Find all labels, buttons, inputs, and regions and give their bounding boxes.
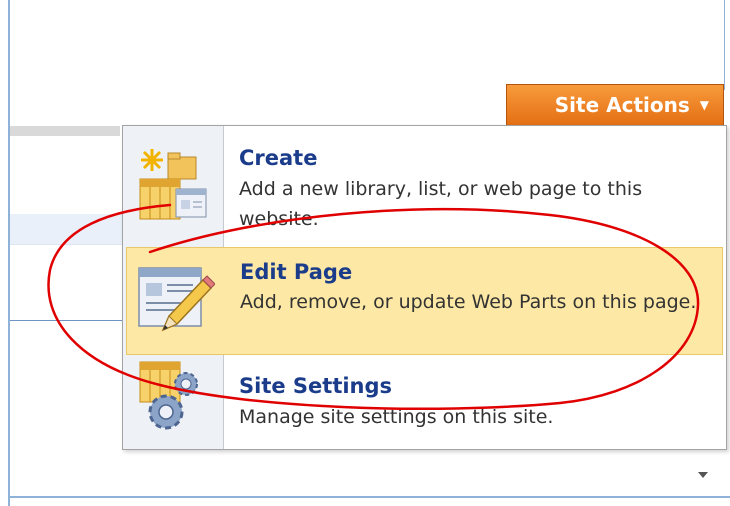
menu-item-description: Manage site settings on this site. bbox=[239, 406, 554, 428]
site-actions-label: Site Actions bbox=[554, 93, 690, 117]
menu-item-site-settings[interactable]: Site Settings Manage site settings on th… bbox=[126, 360, 723, 444]
row-divider bbox=[10, 244, 123, 245]
menu-item-title: Edit Page bbox=[240, 260, 353, 284]
frame-left-border bbox=[8, 0, 10, 506]
edit-page-icon bbox=[138, 267, 215, 332]
section-divider bbox=[10, 320, 123, 321]
site-actions-button[interactable]: Site Actions ▼ bbox=[506, 84, 724, 126]
menu-item-description: Add a new library, list, or web page to … bbox=[239, 178, 643, 230]
frame-right-border bbox=[724, 0, 725, 90]
dropdown-arrow-icon[interactable] bbox=[696, 470, 710, 480]
site-settings-icon bbox=[139, 361, 198, 430]
menu-item-title: Site Settings bbox=[239, 374, 393, 398]
chevron-down-icon: ▼ bbox=[699, 98, 709, 112]
menu-item-edit-page[interactable]: Edit Page Add, remove, or update Web Par… bbox=[126, 247, 723, 355]
top-bar-band bbox=[10, 126, 120, 136]
site-actions-menu: Create Add a new library, list, or web p… bbox=[122, 125, 727, 450]
menu-item-create[interactable]: Create Add a new library, list, or web p… bbox=[126, 129, 723, 241]
selected-row-highlight bbox=[10, 214, 123, 244]
create-icon bbox=[139, 149, 207, 220]
menu-item-description: Add, remove, or update Web Parts on this… bbox=[240, 291, 697, 313]
menu-item-title: Create bbox=[239, 146, 318, 170]
frame-bottom-border bbox=[8, 496, 730, 498]
